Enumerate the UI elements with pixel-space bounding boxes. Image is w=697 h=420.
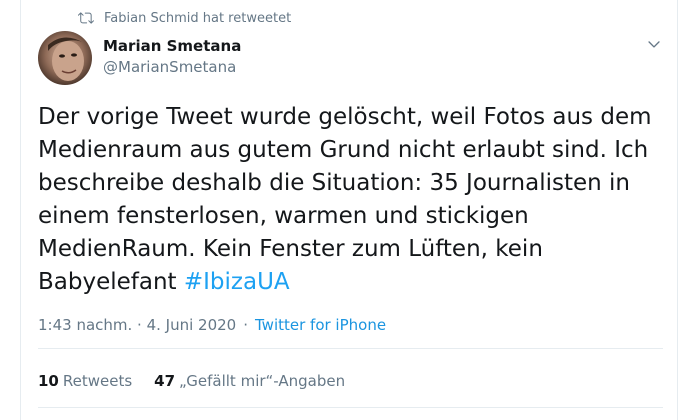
retweets-count: 10 xyxy=(38,372,59,390)
author-name[interactable]: Marian Smetana xyxy=(103,37,241,55)
retweets-label: Retweets xyxy=(62,372,133,390)
tweet-body: Der vorige Tweet wurde gelöscht, weil Fo… xyxy=(38,104,652,295)
avatar-photo xyxy=(38,31,92,85)
hashtag-link[interactable]: #IbizaUA xyxy=(184,269,290,295)
tweet-text: Der vorige Tweet wurde gelöscht, weil Fo… xyxy=(38,101,663,299)
retweet-icon xyxy=(78,12,94,24)
chevron-down-icon[interactable] xyxy=(646,36,662,52)
avatar[interactable] xyxy=(38,31,92,85)
tweet-stats: 10 Retweets 47 „Gefällt mir“-Angaben xyxy=(38,372,367,390)
divider xyxy=(38,348,663,349)
retweet-context[interactable]: Fabian Schmid hat retweetet xyxy=(78,10,291,26)
tweet-source-link[interactable]: Twitter for iPhone xyxy=(255,316,386,334)
likes-label: „Gefällt mir“-Angaben xyxy=(179,372,346,390)
likes-count: 47 xyxy=(154,372,176,390)
tweet-meta: 1:43 nachm. · 4. Juni 2020 · Twitter for… xyxy=(38,316,386,334)
retweet-context-label: Fabian Schmid hat retweetet xyxy=(104,10,292,26)
meta-separator: · xyxy=(243,316,248,334)
tweet-timestamp[interactable]: 1:43 nachm. · 4. Juni 2020 xyxy=(38,316,236,334)
author-handle[interactable]: @MarianSmetana xyxy=(103,58,236,76)
likes-stat[interactable]: 47 „Gefällt mir“-Angaben xyxy=(154,372,345,390)
tweet-card: Fabian Schmid hat retweetet Marian Smeta… xyxy=(20,0,678,420)
retweets-stat[interactable]: 10 Retweets xyxy=(38,372,132,390)
divider xyxy=(38,407,663,408)
